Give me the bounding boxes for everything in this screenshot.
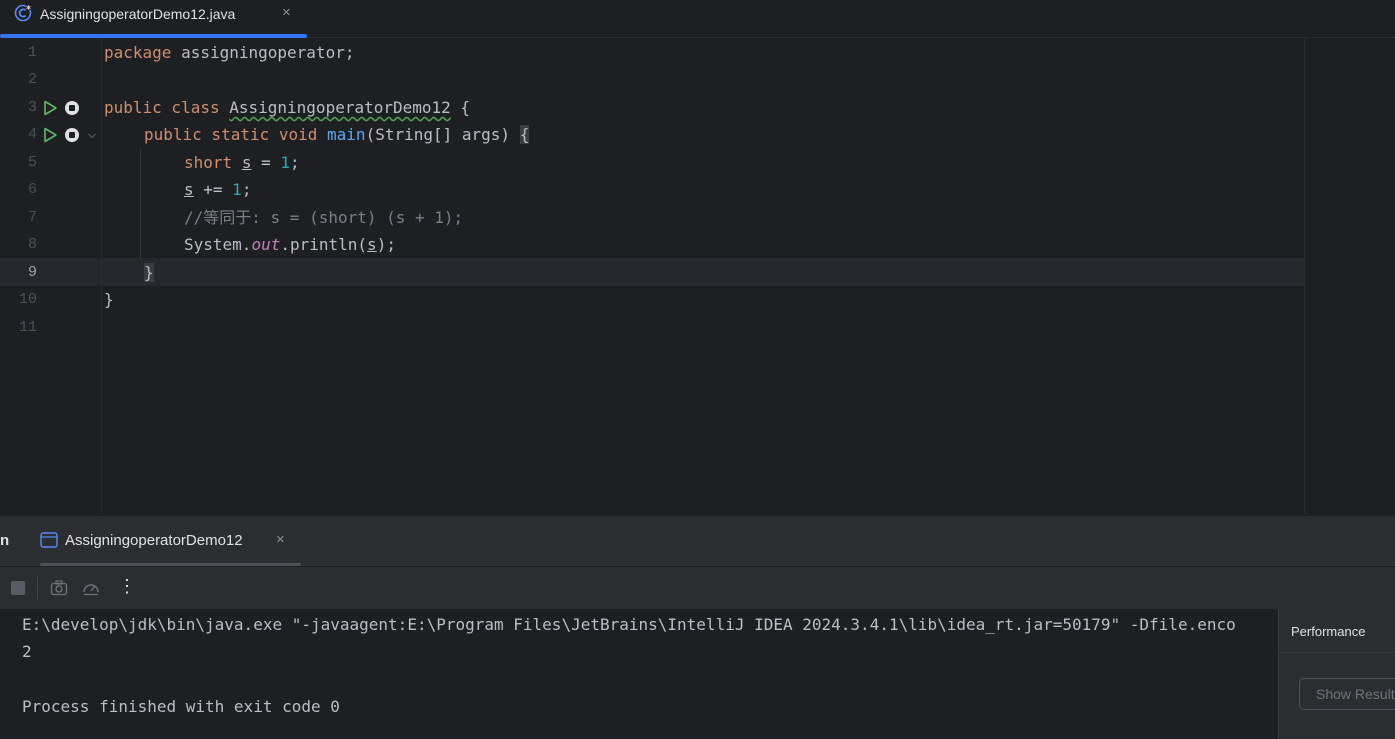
run-tab-close-icon[interactable]: × (276, 531, 285, 548)
number-literal: 1 (232, 180, 242, 199)
console-output[interactable]: E:\develop\jdk\bin\java.exe "-javaagent:… (0, 609, 1278, 739)
keyword: short (184, 153, 233, 172)
console-icon (40, 532, 58, 548)
line-number: 11 (18, 319, 37, 336)
matched-brace: } (144, 263, 154, 282)
stop-icon[interactable] (9, 579, 27, 597)
stop-class-icon[interactable] (64, 100, 80, 116)
gutter-separator (101, 38, 102, 514)
matched-brace: { (519, 125, 530, 144)
console-line: Process finished with exit code 0 (22, 697, 340, 716)
run-tab-title: AssigningoperatorDemo12 (65, 532, 243, 549)
run-toolbar: ⋮ (0, 566, 1395, 609)
editor-tab-bar: AssigningoperatorDemo12.java × (0, 0, 1395, 38)
number-literal: 1 (280, 153, 290, 172)
code-text: ; (290, 153, 300, 172)
right-margin-guide (1304, 38, 1305, 514)
line-number: 1 (27, 44, 37, 61)
static-field: out (251, 235, 281, 254)
code-line-4: public static void main(String[] args) { (144, 121, 530, 149)
line-number: 8 (27, 236, 37, 253)
code-text: { (450, 98, 471, 117)
code-text: += (193, 180, 233, 199)
variable: s (184, 180, 194, 199)
keyword: public static void (144, 125, 318, 144)
run-config-tab[interactable]: AssigningoperatorDemo12 × (40, 516, 301, 566)
code-line-3: public class AssigningoperatorDemo12 { (104, 94, 470, 122)
editor-tab-title: AssigningoperatorDemo12.java (40, 6, 236, 22)
code-text: = (251, 153, 281, 172)
line-number: 4 (27, 126, 37, 143)
code-text: .println( (280, 235, 368, 254)
code-text: System. (184, 235, 252, 254)
current-line-highlight (0, 258, 1304, 286)
code-line-7-comment: //等同于: s = (short) (s + 1); (184, 208, 464, 227)
performance-title: Performance (1291, 624, 1366, 639)
camera-icon[interactable] (50, 579, 68, 597)
line-number: 6 (27, 181, 37, 198)
line-number-current: 9 (27, 264, 37, 281)
line-number: 7 (27, 209, 37, 226)
console-line: E:\develop\jdk\bin\java.exe "-javaagent:… (22, 615, 1236, 634)
variable: s (241, 153, 252, 172)
keyword: public class (104, 98, 220, 117)
profiler-gauge-icon[interactable] (82, 579, 100, 597)
run-class-icon[interactable] (42, 100, 58, 116)
code-text: assigningoperator; (171, 43, 355, 62)
performance-panel: Performance Show Results (1278, 609, 1395, 739)
code-editor[interactable]: 1 2 3 4 5 6 7 8 9 10 11 package assignin… (0, 38, 1395, 514)
line-number: 10 (18, 291, 37, 308)
run-main-icon[interactable] (42, 127, 58, 143)
code-line-5: short s = 1; (184, 149, 300, 177)
code-text: (String[] args) (365, 125, 520, 144)
code-line-10: } (104, 290, 114, 309)
editor-tab-close-icon[interactable]: × (282, 4, 291, 21)
run-window-label: n (0, 532, 10, 549)
run-tool-window-header: n AssigningoperatorDemo12 × (0, 515, 1395, 566)
code-line-6: s += 1; (184, 176, 251, 204)
method-name: main (327, 125, 366, 144)
code-line-9: } (144, 259, 154, 287)
code-line-1: package assigningoperator; (104, 39, 354, 67)
more-options-icon[interactable]: ⋮ (118, 576, 136, 597)
console-line: 2 (22, 642, 32, 661)
toolbar-separator (37, 577, 38, 599)
panel-divider (1279, 652, 1395, 653)
code-text: ; (241, 180, 252, 199)
show-results-button[interactable]: Show Results (1299, 678, 1395, 710)
show-results-label: Show Results (1316, 686, 1395, 702)
indent-guide (140, 149, 141, 259)
fold-chevron-icon[interactable] (87, 131, 97, 141)
code-line-8: System.out.println(s); (184, 231, 396, 259)
line-number: 3 (27, 99, 37, 116)
java-class-icon (14, 4, 32, 22)
keyword: package (104, 43, 172, 62)
line-number: 5 (27, 154, 37, 171)
line-number: 2 (27, 71, 37, 88)
code-text: ); (376, 235, 396, 254)
class-name: AssigningoperatorDemo12 (229, 98, 451, 117)
editor-tab[interactable]: AssigningoperatorDemo12.java × (0, 0, 307, 38)
stop-main-icon[interactable] (64, 127, 80, 143)
variable: s (367, 235, 377, 254)
